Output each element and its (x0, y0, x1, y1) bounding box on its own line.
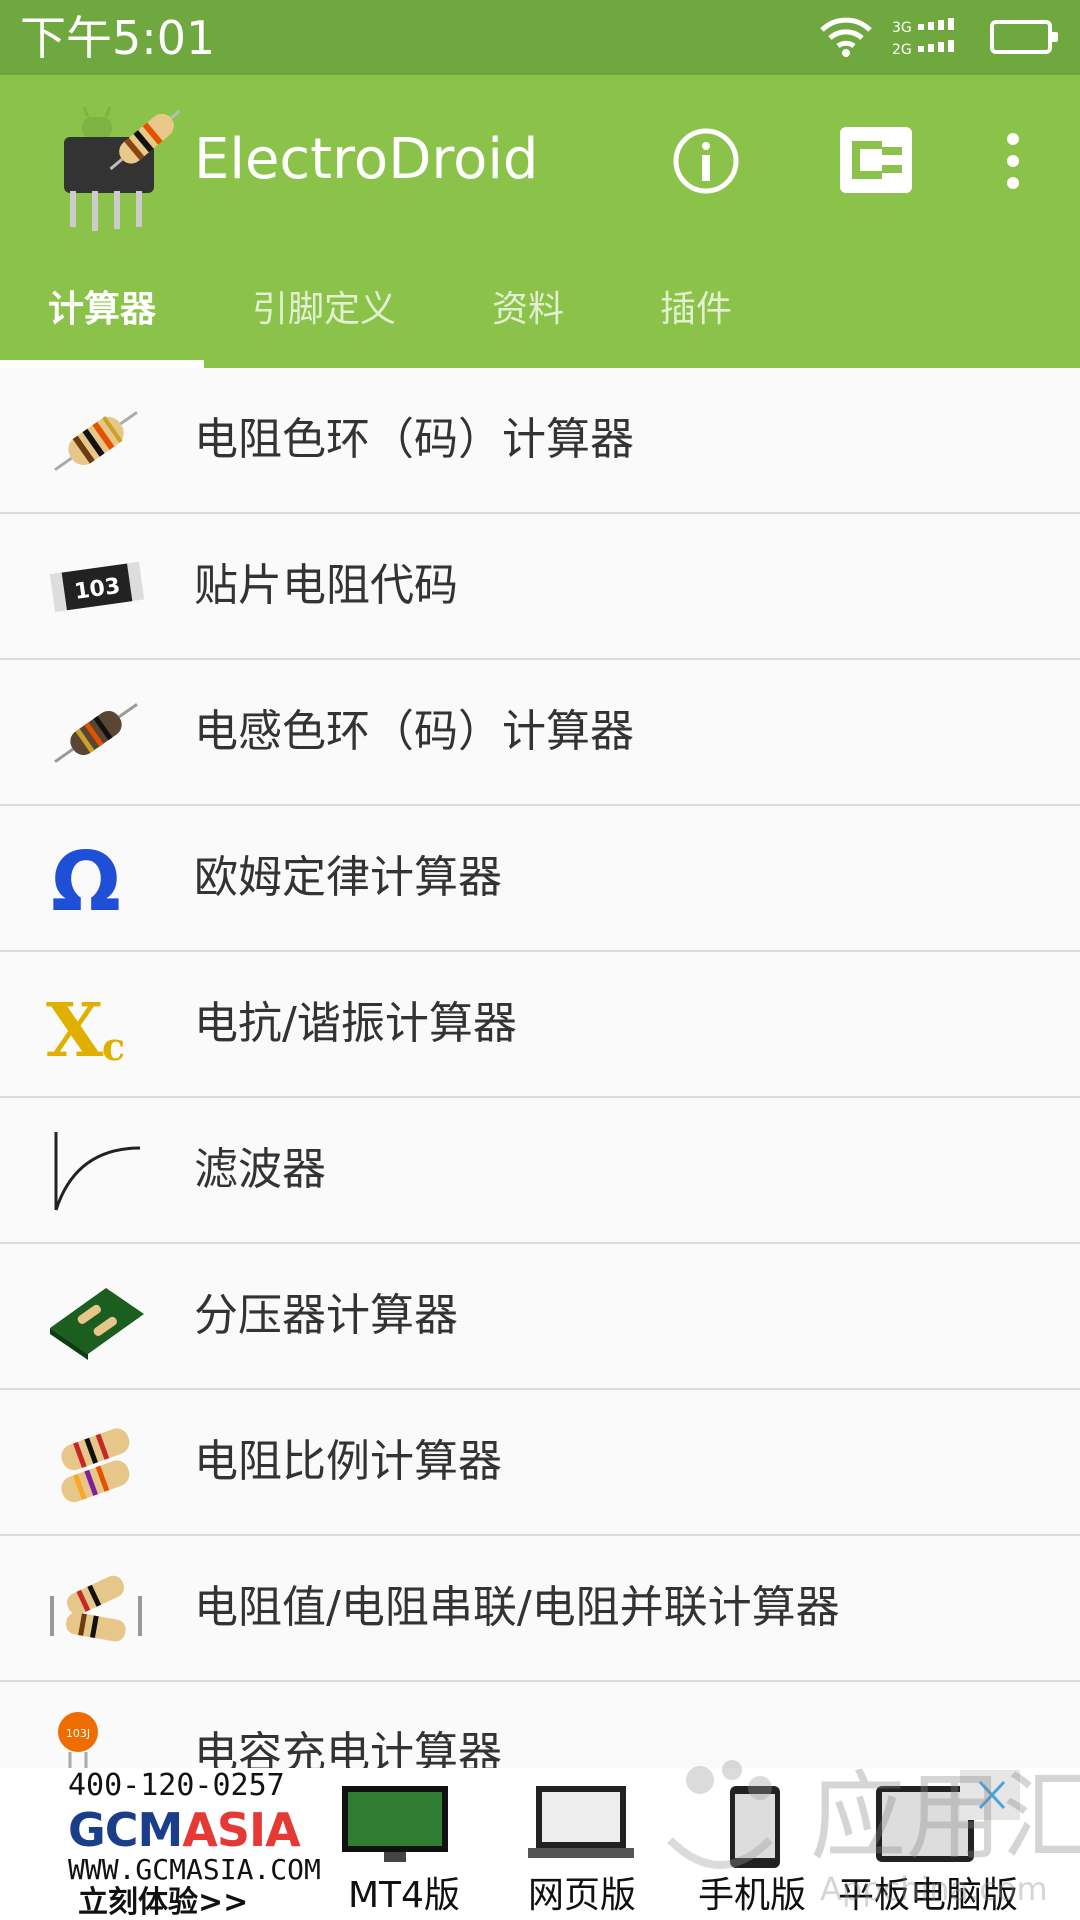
reactance-icon: X c (46, 988, 125, 1068)
tab-bar: 计算器 引脚定义 资料 插件 (0, 275, 1080, 368)
filter-curve-icon (54, 1132, 141, 1211)
tab-calculators[interactable]: 计算器 (0, 275, 204, 368)
ad-cta-link[interactable]: 立刻体验>> (78, 1886, 248, 1920)
app-title: ElectroDroid (194, 127, 539, 192)
list-item-label: 电阻值/电阻串联/电阻并联计算器 (194, 1582, 840, 1633)
voltage-divider-icon (50, 1288, 144, 1360)
tab-pinouts[interactable]: 引脚定义 (224, 275, 424, 368)
wifi-icon (820, 17, 872, 57)
list-item-filter[interactable]: 滤波器 (0, 1098, 1080, 1244)
capacitor-icon: 103J (58, 1712, 98, 1768)
list-item-label: 电容充电计算器 (194, 1728, 502, 1768)
monitor-icon (342, 1786, 448, 1862)
ad-caption-tablet: 平板电脑版 (838, 1875, 1019, 1916)
signal-icon: 3G 2G (892, 18, 954, 58)
network-2g-label: 2G (892, 42, 912, 58)
reactance-x-symbol: X (46, 988, 104, 1068)
app-logo-icon (64, 106, 181, 231)
list-item-label: 贴片电阻代码 (194, 560, 458, 611)
resistor-ratio-icon (61, 1428, 130, 1503)
inductor-icon (54, 703, 138, 763)
list-item-resistor-series-parallel[interactable]: 电阻值/电阻串联/电阻并联计算器 (0, 1536, 1080, 1682)
tab-plugins[interactable]: 插件 (626, 275, 766, 368)
ad-phone-number: 400-120-0257 (68, 1768, 285, 1803)
reactance-c-symbol: c (102, 1024, 125, 1068)
list-item-label: 分压器计算器 (194, 1290, 458, 1341)
list-item-label: 欧姆定律计算器 (194, 852, 502, 903)
resistor-network-icon (50, 1575, 142, 1642)
battery-icon (990, 20, 1058, 54)
list-item-reactance-resonance[interactable]: X c 电抗/谐振计算器 (0, 952, 1080, 1098)
app-bar: ElectroDroid 计算器 引脚定义 资料 插件 (0, 75, 1080, 368)
status-time: 下午5:01 (20, 11, 216, 65)
plugin-store-icon[interactable] (840, 127, 912, 193)
list-item-inductor-color-code[interactable]: 电感色环（码）计算器 (0, 660, 1080, 806)
list-item-voltage-divider[interactable]: 分压器计算器 (0, 1244, 1080, 1390)
phone-icon (730, 1786, 780, 1868)
list-item-resistor-color-code[interactable]: 电阻色环（码）计算器 (0, 368, 1080, 514)
list-item-resistor-ratio[interactable]: 电阻比例计算器 (0, 1390, 1080, 1536)
capacitor-code-text: 103J (66, 1727, 90, 1740)
ad-brand-main: GCM (68, 1803, 183, 1857)
tab-indicator (0, 360, 204, 368)
network-3g-label: 3G (892, 20, 912, 36)
info-icon[interactable] (672, 127, 740, 195)
laptop-icon (528, 1786, 634, 1858)
calculator-list: 电阻色环（码）计算器 103 贴片电阻代码 电感色环（码）计算器 Ω 欧姆定律计… (0, 368, 1080, 1768)
ad-caption-mobile: 手机版 (698, 1875, 807, 1916)
ad-url: WWW.GCMASIA.COM (68, 1853, 321, 1886)
list-item-smd-resistor-code[interactable]: 103 贴片电阻代码 (0, 514, 1080, 660)
list-item-ohms-law[interactable]: Ω 欧姆定律计算器 (0, 806, 1080, 952)
tab-resources[interactable]: 资料 (458, 275, 598, 368)
list-item-label: 电阻比例计算器 (194, 1436, 502, 1487)
list-item-label: 电抗/谐振计算器 (194, 998, 517, 1049)
list-item-capacitor-charge[interactable]: 103J 电容充电计算器 (0, 1682, 1080, 1768)
more-options-icon[interactable] (995, 129, 1031, 193)
omega-symbol: Ω (51, 836, 121, 922)
omega-icon: Ω (51, 836, 121, 922)
list-item-label: 滤波器 (194, 1144, 326, 1195)
status-bar: 下午5:01 3G 2G (0, 0, 1080, 75)
resistor-icon (54, 411, 138, 471)
ad-brand: GCMASIA (68, 1802, 301, 1858)
smd-resistor-icon: 103 (49, 561, 145, 612)
ad-banner[interactable]: 400-120-0257 GCMASIA WWW.GCMASIA.COM 立刻体… (0, 1768, 1080, 1920)
ad-close-icon[interactable] (960, 1770, 1020, 1820)
list-item-label: 电感色环（码）计算器 (194, 706, 634, 757)
ad-caption-mt4: MT4版 (348, 1875, 460, 1916)
ad-caption-web: 网页版 (528, 1875, 637, 1916)
ad-brand-accent: ASIA (182, 1803, 300, 1857)
list-item-label: 电阻色环（码）计算器 (194, 414, 634, 465)
